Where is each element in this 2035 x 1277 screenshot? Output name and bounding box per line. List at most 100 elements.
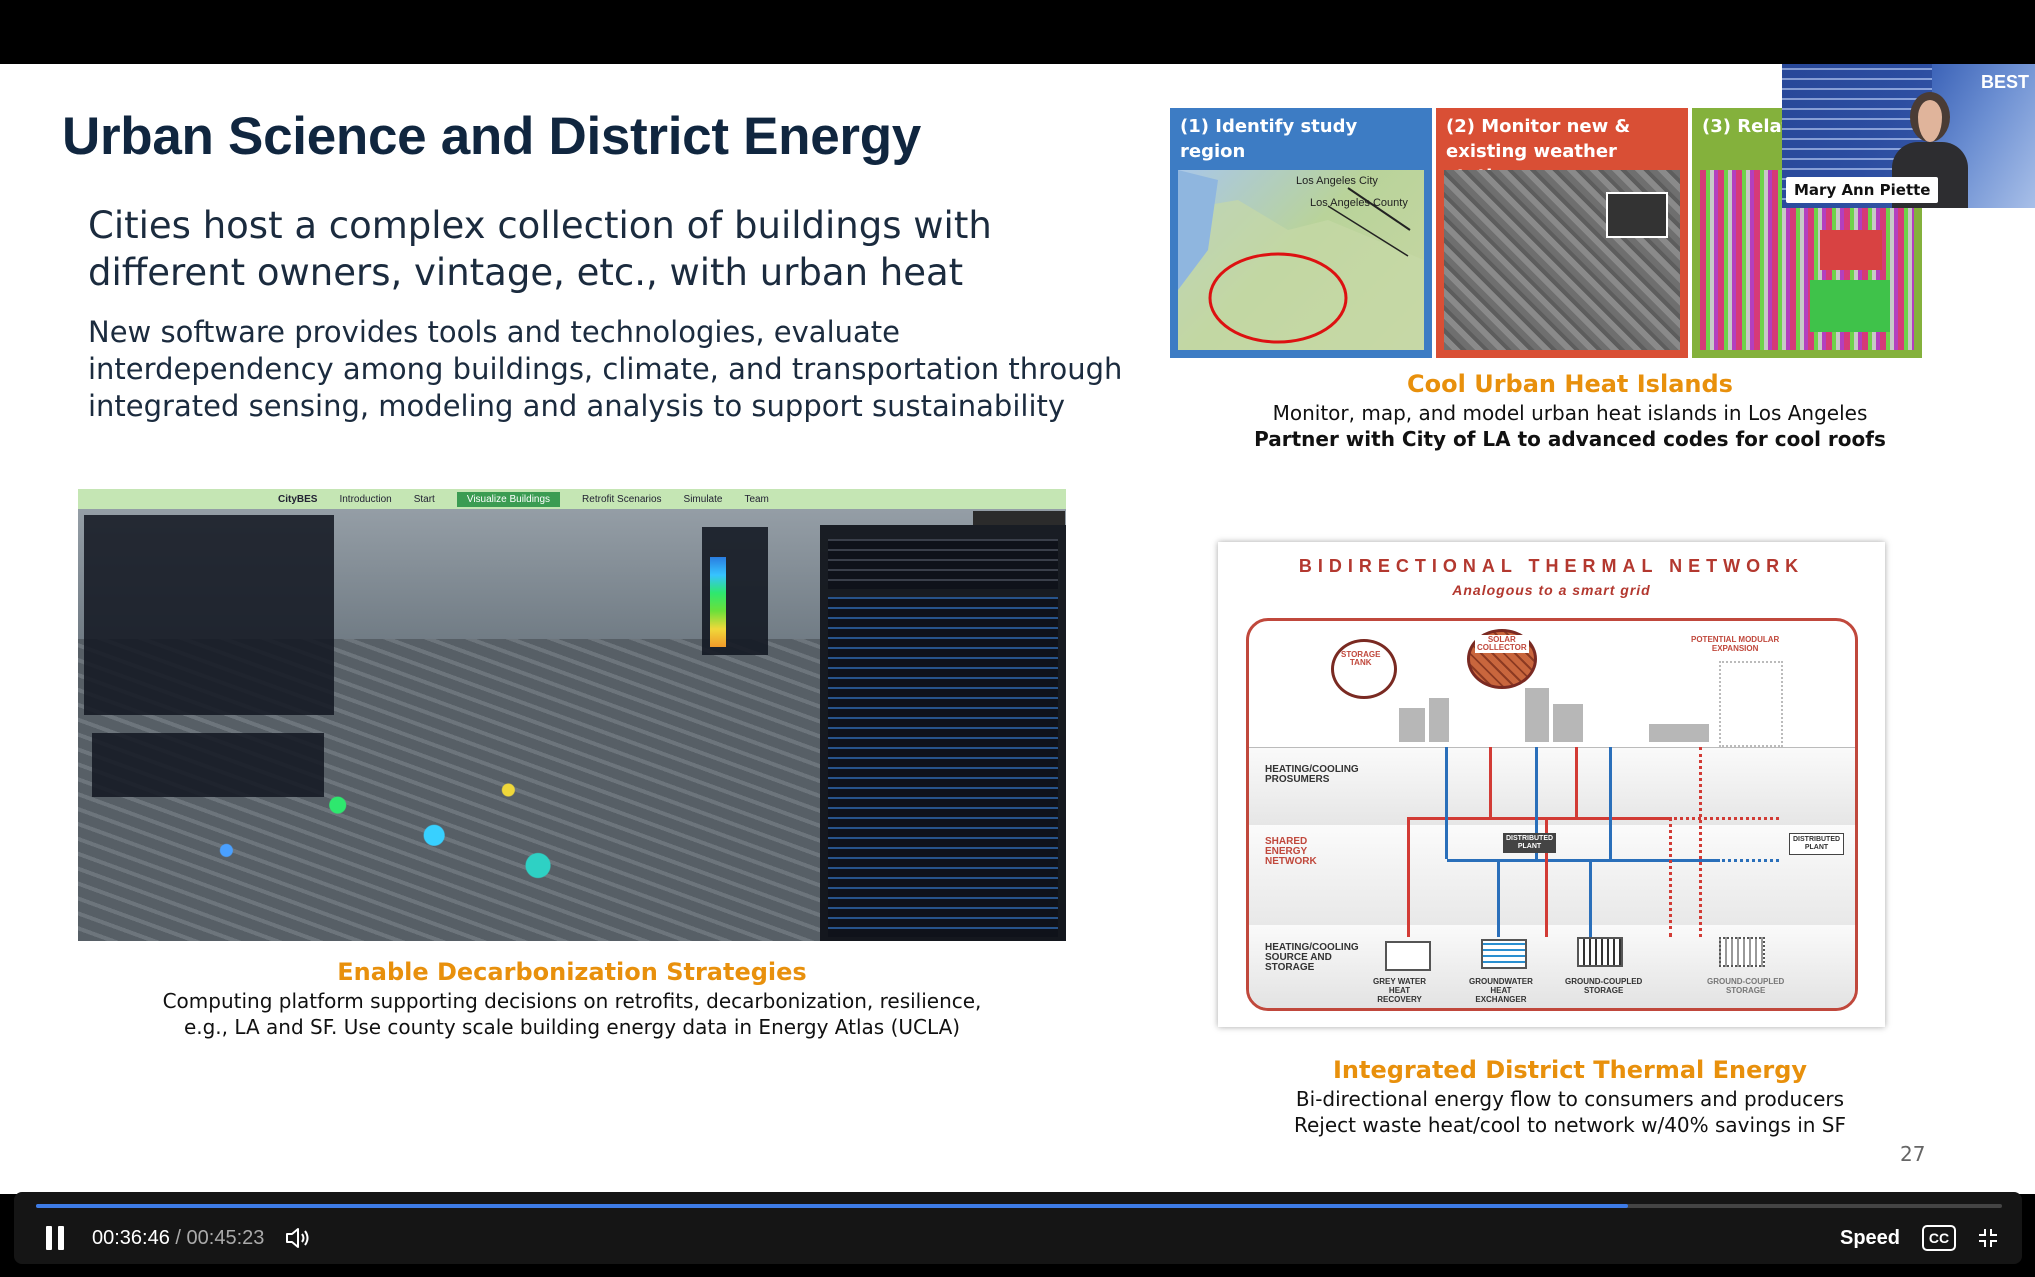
thermal-subtitle: Analogous to a smart grid — [1452, 582, 1651, 598]
decarbonization-heading: Enable Decarbonization Strategies — [337, 958, 807, 986]
la-region-map: Los Angeles City Los Angeles County — [1178, 170, 1424, 350]
pipe-expansion-hot — [1669, 817, 1779, 820]
volume-button[interactable] — [284, 1226, 312, 1250]
src-grey-water-label: GREY WATER HEAT RECOVERY — [1373, 977, 1427, 1004]
pipe-hot-riser-2 — [1575, 747, 1578, 817]
ground-storage-expansion-icon — [1719, 937, 1765, 967]
slide-lead-text: Cities host a complex collection of buil… — [88, 204, 992, 294]
map-label-city: Los Angeles City — [1296, 175, 1378, 187]
page-number: 27 — [1900, 1142, 1926, 1166]
pipe-drop-2 — [1497, 859, 1500, 937]
building-filter-panel — [84, 515, 334, 715]
citybes-screenshot: CityBES Introduction Start Visualize Bui… — [78, 489, 1066, 941]
current-time: 00:36:46 — [92, 1227, 170, 1249]
src-ground-coupled-label-2: GROUND-COUPLED STORAGE — [1707, 977, 1785, 995]
citybes-nav: CityBES Introduction Start Visualize Bui… — [78, 489, 1066, 509]
best-logo: BEST — [1980, 72, 2029, 92]
thermal-frame: STORAGE TANK SOLAR COLLECTOR POTENTIAL M… — [1246, 618, 1858, 1011]
citybes-tab-2: Visualize Buildings — [456, 491, 561, 507]
groundwater-icon — [1481, 939, 1527, 969]
info-rows-2 — [828, 597, 1058, 937]
thermal-title: BIDIRECTIONAL THERMAL NETWORK — [1298, 556, 1805, 576]
grey-water-icon — [1385, 941, 1431, 971]
slide-sub-text: New software provides tools and technolo… — [88, 315, 1123, 423]
building-shape — [1553, 704, 1583, 742]
building-shape — [1649, 724, 1709, 742]
pause-icon — [46, 1226, 52, 1250]
ground-storage-icon — [1577, 937, 1623, 967]
captions-button[interactable]: CC — [1922, 1225, 1956, 1251]
progress-fill — [36, 1204, 1629, 1208]
presenter-head — [1910, 92, 1950, 142]
parcel-block-green — [1810, 280, 1890, 332]
building-info-panel — [820, 525, 1066, 941]
row-network-label: SHARED ENERGY NETWORK — [1265, 836, 1317, 867]
storage-tank-callout — [1331, 639, 1397, 699]
video-player-controls: 00:36:46 / 00:45:23 Speed CC — [14, 1192, 2022, 1264]
thermal-line2: Reject waste heat/cool to network w/40% … — [1293, 1113, 1847, 1137]
pipe-drop-4 — [1589, 859, 1592, 937]
prosumers-band — [1249, 747, 1855, 825]
info-rows-1 — [828, 539, 1058, 589]
distributed-plant-label: DISTRIBUTED PLANT — [1503, 833, 1557, 853]
citybes-tab-4: Simulate — [683, 493, 723, 505]
weather-station-photo — [1606, 192, 1668, 238]
slide-title: Urban Science and District Energy — [62, 107, 921, 166]
map-label-county: Los Angeles County — [1310, 197, 1408, 209]
time-display: 00:36:46 / 00:45:23 — [92, 1226, 264, 1250]
exit-fullscreen-icon — [1979, 1229, 1997, 1247]
storage-tank-label: STORAGE TANK — [1341, 650, 1381, 667]
solar-collector-label: SOLAR COLLECTOR — [1475, 635, 1529, 653]
decarbonization-line1: Computing platform supporting decisions … — [162, 989, 982, 1013]
building-shape — [1429, 698, 1449, 742]
building-coloring-panel — [92, 733, 324, 797]
expansion-outline — [1719, 661, 1783, 747]
time-separator: / — [169, 1227, 187, 1249]
expansion-label: POTENTIAL MODULAR EXPANSION — [1691, 635, 1780, 653]
energy-intensity-legend — [702, 527, 768, 655]
thermal-heading: Integrated District Thermal Energy — [1332, 1056, 1808, 1084]
aerial-photo — [1444, 170, 1680, 350]
presenter-name-tag: Mary Ann Piette — [1786, 177, 1939, 203]
pipe-hot-drop — [1407, 817, 1410, 937]
pipe-expansion-drop-2 — [1669, 817, 1672, 937]
pipe-cold-riser-3 — [1609, 747, 1612, 859]
pipe-expansion-drop — [1699, 747, 1702, 937]
citybes-tab-1: Start — [413, 493, 435, 505]
exit-fullscreen-button[interactable] — [1976, 1226, 2000, 1250]
parcel-block-red — [1820, 230, 1882, 270]
pipe-hot-riser — [1489, 747, 1492, 817]
pipe-expansion-cold — [1717, 859, 1779, 862]
pause-icon — [58, 1226, 64, 1250]
citybes-tab-5: Team — [744, 493, 769, 505]
citybes-toolbar — [973, 511, 1065, 525]
row-source-label: HEATING/COOLING SOURCE AND STORAGE — [1265, 942, 1359, 973]
panel-weather-stations: (2) Monitor new & existing weather stati… — [1436, 108, 1688, 358]
heat-islands-line2: Partner with City of LA to advanced code… — [1254, 427, 1886, 451]
thermal-line1: Bi-directional energy flow to consumers … — [1295, 1087, 1845, 1111]
panel-identify-region: (1) Identify study region Los Angeles Ci… — [1170, 108, 1432, 358]
slide: Urban Science and District Energy Cities… — [0, 64, 2035, 1194]
legend-color-ramp — [710, 557, 726, 647]
building-shape — [1399, 708, 1425, 742]
src-ground-coupled-label: GROUND-COUPLED STORAGE — [1565, 977, 1643, 995]
pause-button[interactable] — [44, 1226, 66, 1250]
citybes-app-name: CityBES — [278, 493, 318, 505]
pipe-cold-riser — [1445, 747, 1448, 859]
distributed-plant-label-2: DISTRIBUTED PLANT — [1789, 833, 1845, 855]
decarbonization-line2: e.g., LA and SF. Use county scale buildi… — [183, 1015, 961, 1039]
panel-identify-region-label: (1) Identify study region — [1180, 116, 1358, 162]
progress-bar[interactable] — [36, 1204, 2002, 1208]
speed-button[interactable]: Speed — [1840, 1226, 1900, 1250]
src-groundwater-label: GROUNDWATER HEAT EXCHANGER — [1469, 977, 1533, 1004]
thermal-network-diagram: BIDIRECTIONAL THERMAL NETWORK Analogous … — [1218, 542, 1885, 1027]
pipe-cold-main — [1447, 859, 1717, 862]
duration: 00:45:23 — [186, 1227, 265, 1249]
heat-islands-heading: Cool Urban Heat Islands — [1407, 370, 1733, 398]
volume-icon — [286, 1228, 309, 1248]
citybes-tab-0: Introduction — [339, 493, 392, 505]
row-prosumers-label: HEATING/COOLING PROSUMERS — [1265, 764, 1359, 785]
citybes-tab-3: Retrofit Scenarios — [582, 493, 662, 505]
building-shape — [1525, 688, 1549, 742]
heat-islands-line1: Monitor, map, and model urban heat islan… — [1272, 401, 1868, 425]
